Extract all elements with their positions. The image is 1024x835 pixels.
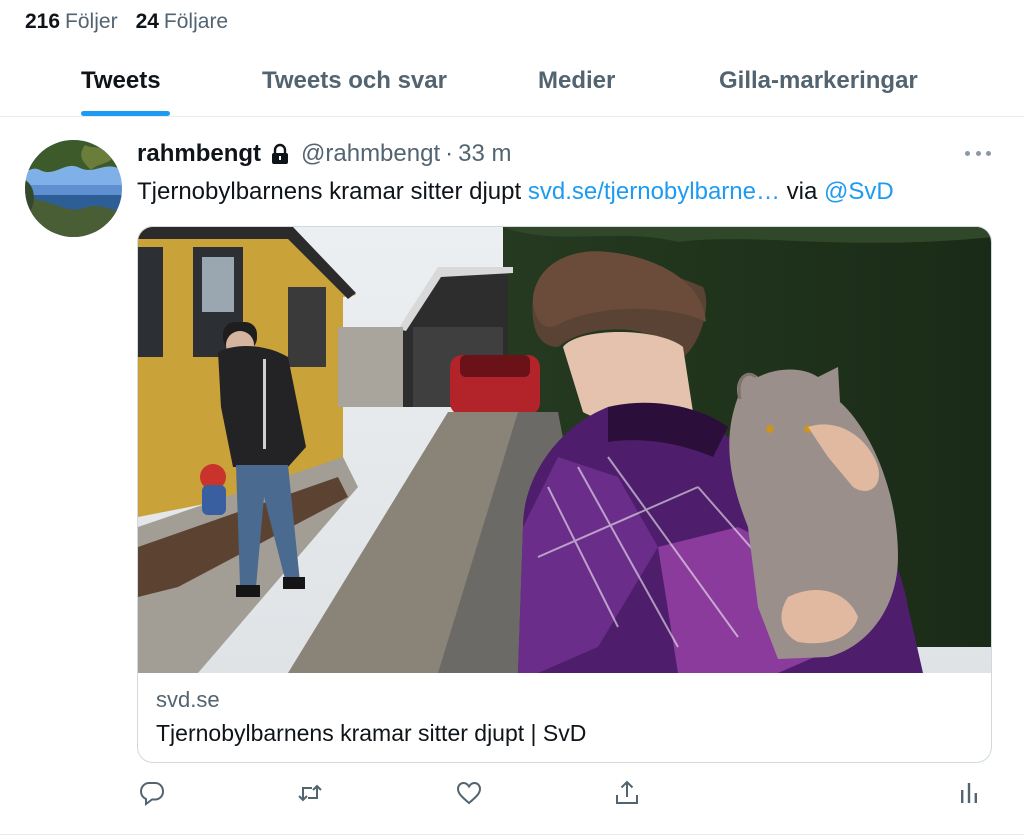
followers-link[interactable]: 24 Följare: [136, 10, 229, 34]
follow-stats: 216 Följer 24 Följare: [25, 10, 228, 34]
reply-icon[interactable]: [137, 778, 167, 808]
tweet-text-via: via: [786, 178, 818, 205]
active-tab-indicator: [81, 111, 170, 116]
like-icon[interactable]: [454, 778, 484, 808]
retweet-icon[interactable]: [295, 778, 325, 808]
header-separator: ·: [445, 140, 454, 167]
tweet-header: rahmbengt @rahmbengt · 33 m: [137, 140, 511, 168]
share-icon[interactable]: [612, 778, 642, 808]
display-name[interactable]: rahmbengt: [137, 140, 261, 168]
tweet-actions: [137, 778, 992, 812]
analytics-icon[interactable]: [954, 778, 984, 808]
following-link[interactable]: 216 Följer: [25, 10, 118, 34]
followers-label: Följare: [163, 10, 229, 33]
avatar[interactable]: [25, 140, 122, 237]
avatar-image: [25, 140, 122, 237]
more-options-icon[interactable]: [965, 148, 991, 158]
followers-count: 24: [135, 10, 159, 33]
following-count: 216: [25, 10, 61, 33]
tab-tweets-and-replies[interactable]: Tweets och svar: [262, 67, 447, 95]
user-handle[interactable]: @rahmbengt: [301, 140, 440, 168]
tweet-link[interactable]: svd.se/tjernobylbarne…: [528, 178, 780, 205]
link-card[interactable]: svd.se Tjernobylbarnens kramar sitter dj…: [137, 226, 992, 763]
card-domain: svd.se: [156, 687, 220, 712]
tweet[interactable]: rahmbengt @rahmbengt · 33 m Tjernobylbar…: [0, 118, 1024, 835]
tab-media[interactable]: Medier: [538, 67, 615, 95]
profile-tabs: Tweets Tweets och svar Medier Gilla-mark…: [0, 55, 1024, 117]
timestamp[interactable]: 33 m: [458, 140, 511, 168]
card-title: Tjernobylbarnens kramar sitter djupt | S…: [156, 720, 587, 746]
card-image: [138, 227, 991, 673]
tab-likes[interactable]: Gilla-markeringar: [719, 67, 918, 95]
tweet-text-body: Tjernobylbarnens kramar sitter djupt: [137, 178, 522, 205]
mention-link[interactable]: @SvD: [824, 178, 894, 205]
tweet-text: Tjernobylbarnens kramar sitter djupt svd…: [137, 178, 894, 206]
lock-icon: [269, 143, 291, 165]
tab-tweets[interactable]: Tweets: [81, 67, 161, 95]
following-label: Följer: [65, 10, 118, 33]
